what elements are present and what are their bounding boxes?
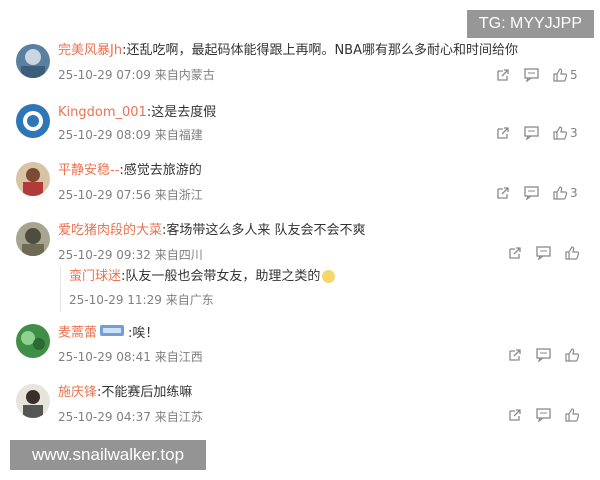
avatar[interactable] [16,324,50,358]
comment-icon [536,348,551,362]
comment-meta: 25-10-29 08:41 来自江西 [58,348,203,365]
share-icon [509,409,521,421]
comment-actions [494,346,579,364]
share-button[interactable] [496,186,510,200]
comment-text: :客场带这么多人来 队友会不会不爽 [162,223,366,238]
comment-icon [524,186,539,200]
like-count: 3 [570,186,578,200]
comment-actions: 3 [482,124,578,142]
comment-icon [536,408,551,422]
reply-username[interactable]: 蛮门球迷 [69,269,121,284]
share-icon [509,247,521,259]
comment-line: 平静安稳--:感觉去旅游的 [58,162,202,180]
comment-time: 25-10-29 07:56 [58,188,151,202]
comment-meta: 25-10-29 04:37 来自江苏 [58,408,203,425]
share-icon [497,127,509,139]
comment-line: 麦蒿蕾 :唉！ [58,324,158,343]
comment-line: 爱吃猪肉段的大菜:客场带这么多人来 队友会不会不爽 [58,222,366,240]
reply-text: :队友一般也会带女友，助理之类的 [121,269,321,284]
comment-button[interactable] [536,348,551,362]
comment-time: 25-10-29 07:09 [58,68,151,82]
comment-text: :这是去度假 [146,105,217,120]
share-button[interactable] [508,348,522,362]
comment-icon [524,126,539,140]
comment-text: :唉！ [128,325,159,341]
vip-badge-icon [100,324,125,342]
comment-actions: 5 [482,66,578,84]
like-button[interactable] [565,246,579,260]
avatar[interactable] [16,222,50,256]
comment-source: 来自福建 [154,128,203,142]
comment-text: :感觉去旅游的 [119,163,202,178]
like-button[interactable] [565,348,579,362]
watermark-top: TG: MYYJJPP [466,10,594,38]
comment-line: 施庆锋:不能赛后加练嘛 [58,384,192,402]
comment-line: Kingdom_001:这是去度假 [58,104,216,122]
share-icon [497,187,509,199]
comment-source: 来自江苏 [154,410,203,424]
comment-username[interactable]: 施庆锋 [58,385,97,400]
comment-button[interactable] [536,408,551,422]
comment-username[interactable]: 完美风暴Jh [58,43,122,58]
reply-source: 来自广东 [165,293,214,307]
like-button[interactable] [565,408,579,422]
share-button[interactable] [508,408,522,422]
like-icon [553,186,567,200]
comment-actions [494,244,579,262]
comment-meta: 25-10-29 09:32 来自四川 [58,246,203,263]
emoji-icon [322,270,336,283]
comment-text: :不能赛后加练嘛 [97,385,193,400]
comment-source: 来自江西 [154,350,203,364]
comment-icon [536,246,551,260]
share-button[interactable] [496,68,510,82]
like-button[interactable]: 5 [553,68,578,82]
like-icon [565,408,579,422]
share-icon [509,349,521,361]
comment-meta: 25-10-29 07:09 来自内蒙古 [58,66,215,83]
comment-button[interactable] [524,68,539,82]
comment-actions: 3 [482,184,578,202]
avatar[interactable] [16,384,50,418]
comment-source: 来自四川 [154,248,203,262]
like-icon [565,348,579,362]
comment-username[interactable]: 平静安稳-- [58,163,119,178]
share-button[interactable] [508,246,522,260]
comment-icon [524,68,539,82]
comment-actions [494,406,579,424]
like-count: 3 [570,126,578,140]
share-button[interactable] [496,126,510,140]
comment-time: 25-10-29 04:37 [58,410,151,424]
comment-time: 25-10-29 08:41 [58,350,151,364]
avatar[interactable] [16,44,50,78]
comment-button[interactable] [524,186,539,200]
like-icon [553,68,567,82]
like-icon [553,126,567,140]
reply-line: 蛮门球迷:队友一般也会带女友，助理之类的 [69,268,336,286]
like-button[interactable]: 3 [553,126,578,140]
like-button[interactable]: 3 [553,186,578,200]
comment-time: 25-10-29 09:32 [58,248,151,262]
reply-time: 25-10-29 11:29 [69,293,162,307]
reply-box: 蛮门球迷:队友一般也会带女友，助理之类的 25-10-29 11:29 来自广东 [60,266,583,312]
like-icon [565,246,579,260]
share-icon [497,69,509,81]
watermark-bottom: www.snailwalker.top [10,440,206,470]
avatar[interactable] [16,162,50,196]
comment-meta: 25-10-29 08:09 来自福建 [58,126,203,143]
comment-username[interactable]: 麦蒿蕾 [58,326,97,341]
comment-source: 来自浙江 [154,188,203,202]
comment-username[interactable]: 爱吃猪肉段的大菜 [58,223,162,238]
comment-text: :还乱吃啊，最起码体能得跟上再啊。NBA哪有那么多耐心和时间给你 [122,43,518,58]
comment-username[interactable]: Kingdom_001 [58,105,147,120]
comment-source: 来自内蒙古 [154,68,215,82]
comment-button[interactable] [524,126,539,140]
reply-meta: 25-10-29 11:29 来自广东 [69,291,214,308]
avatar[interactable] [16,104,50,138]
comment-meta: 25-10-29 07:56 来自浙江 [58,186,203,203]
comment-time: 25-10-29 08:09 [58,128,151,142]
comment-line: 完美风暴Jh:还乱吃啊，最起码体能得跟上再啊。NBA哪有那么多耐心和时间给你 [58,42,518,60]
comment-button[interactable] [536,246,551,260]
like-count: 5 [570,68,578,82]
